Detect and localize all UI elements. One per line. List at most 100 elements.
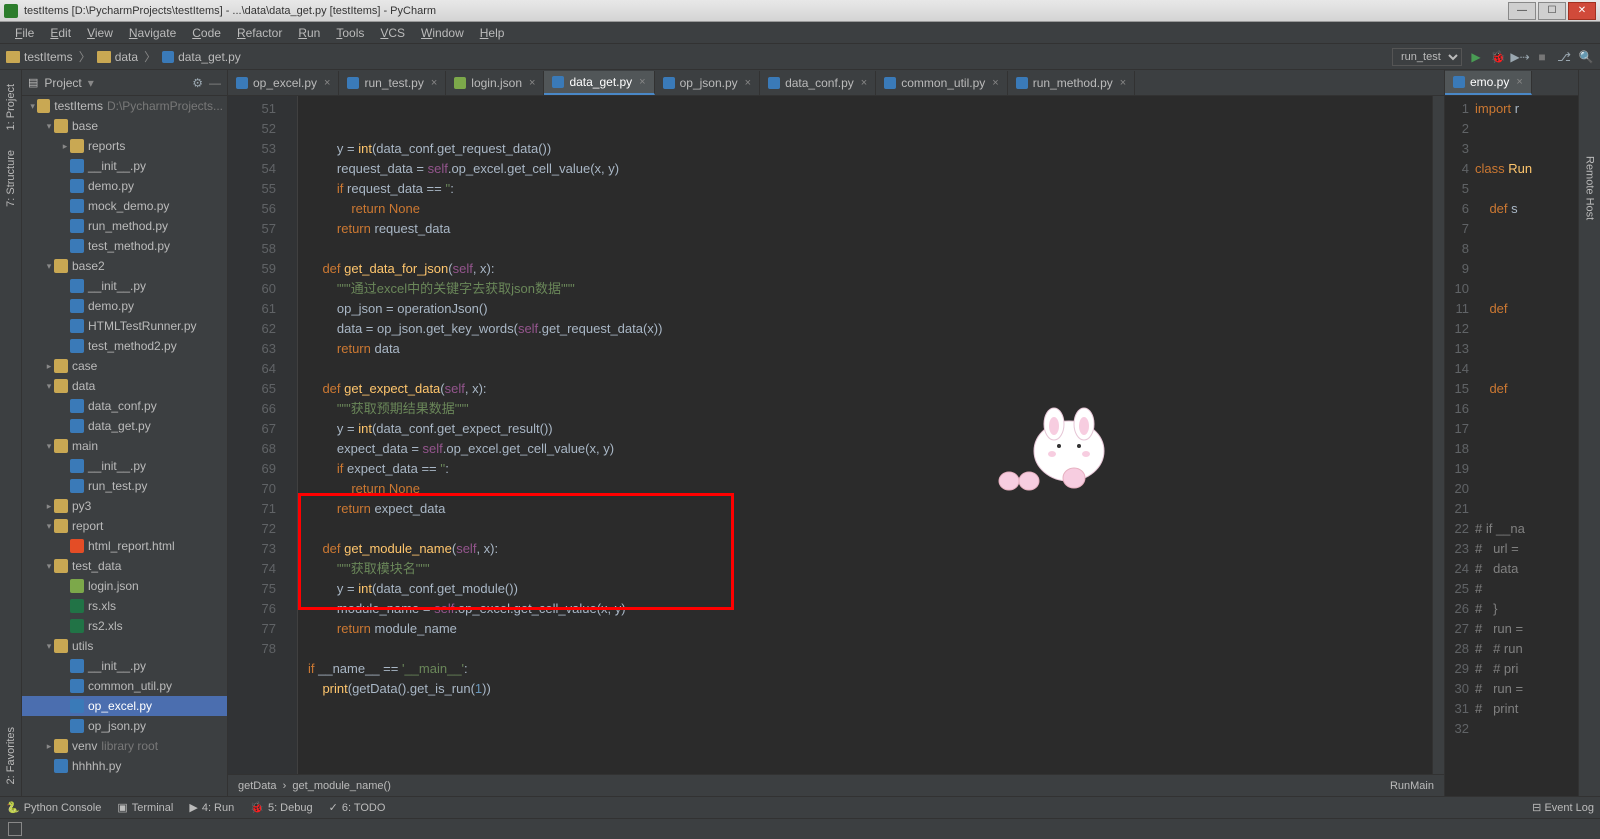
right-tab[interactable]: emo.py× [1445,71,1532,95]
project-tool-button[interactable]: 1: Project [3,78,19,136]
bottom-4--run[interactable]: ▶4: Run [189,801,234,814]
stop-icon[interactable]: ■ [1534,49,1550,65]
tree-item-op_json-py[interactable]: op_json.py [22,716,227,736]
tree-item-demo-py[interactable]: demo.py [22,296,227,316]
tree-item-__init__-py[interactable]: __init__.py [22,656,227,676]
close-tab-icon[interactable]: × [431,77,437,89]
tree-item-data_conf-py[interactable]: data_conf.py [22,396,227,416]
sidebar-collapse-icon[interactable]: — [209,76,221,90]
tab-login-json[interactable]: login.json× [446,71,544,95]
project-tree[interactable]: ▾testItemsD:\PycharmProjects...▾base▸rep… [22,96,227,796]
tree-item-op_excel-py[interactable]: op_excel.py [22,696,227,716]
tree-item-data_get-py[interactable]: data_get.py [22,416,227,436]
crumb-testItems[interactable]: testItems [24,50,73,64]
tree-item-base2[interactable]: ▾base2 [22,256,227,276]
maximize-button[interactable]: ☐ [1538,2,1566,20]
crumb-data[interactable]: data [115,50,138,64]
menu-edit[interactable]: Edit [43,24,78,42]
tree-item-common_util-py[interactable]: common_util.py [22,676,227,696]
minimize-button[interactable]: — [1508,2,1536,20]
tree-item-reports[interactable]: ▸reports [22,136,227,156]
tree-item-html_report-html[interactable]: html_report.html [22,536,227,556]
menubar: FileEditViewNavigateCodeRefactorRunTools… [0,22,1600,44]
tree-item-test_method-py[interactable]: test_method.py [22,236,227,256]
tab-data_get-py[interactable]: data_get.py× [544,71,654,95]
tab-run_test-py[interactable]: run_test.py× [339,71,446,95]
favorites-tool-button[interactable]: 2: Favorites [3,721,19,790]
menu-help[interactable]: Help [473,24,512,42]
tree-item-mock_demo-py[interactable]: mock_demo.py [22,196,227,216]
editor-scrollbar[interactable] [1432,96,1444,774]
remote-host-button[interactable]: Remote Host [1582,150,1598,226]
close-tab-icon[interactable]: × [992,77,998,89]
tree-item-rs-xls[interactable]: rs.xls [22,596,227,616]
close-tab-icon[interactable]: × [324,77,330,89]
tree-item-test_method2-py[interactable]: test_method2.py [22,336,227,356]
tree-item-testItems[interactable]: ▾testItemsD:\PycharmProjects... [22,96,227,116]
menu-run[interactable]: Run [291,24,327,42]
tree-item-data[interactable]: ▾data [22,376,227,396]
structure-tool-button[interactable]: 7: Structure [3,144,19,213]
menu-refactor[interactable]: Refactor [230,24,289,42]
menu-navigate[interactable]: Navigate [122,24,183,42]
tree-item-__init__-py[interactable]: __init__.py [22,456,227,476]
sidebar-title: Project [44,76,81,90]
menu-vcs[interactable]: VCS [373,24,412,42]
menu-code[interactable]: Code [185,24,228,42]
close-tab-icon[interactable]: × [1120,77,1126,89]
tree-item-run_test-py[interactable]: run_test.py [22,476,227,496]
close-tab-icon[interactable]: × [639,76,645,88]
close-tab-icon[interactable]: × [745,77,751,89]
status-box-icon[interactable] [8,822,22,836]
folder-icon [6,51,20,63]
tab-op_excel-py[interactable]: op_excel.py× [228,71,339,95]
tree-item-hhhhh-py[interactable]: hhhhh.py [22,756,227,776]
python-file-icon [162,51,174,63]
breadcrumb-method[interactable]: get_module_name() [292,780,390,792]
tab-op_json-py[interactable]: op_json.py× [655,71,760,95]
menu-view[interactable]: View [80,24,120,42]
code-editor[interactable]: 5152535455565758596061626364656667686970… [228,96,1444,774]
bottom-5--debug[interactable]: 🐞5: Debug [250,801,312,814]
tree-item-venv[interactable]: ▸venvlibrary root [22,736,227,756]
run-config-select[interactable]: run_test [1392,48,1462,66]
bottom-terminal[interactable]: ▣Terminal [117,801,173,814]
tree-item-demo-py[interactable]: demo.py [22,176,227,196]
tree-item-main[interactable]: ▾main [22,436,227,456]
menu-window[interactable]: Window [414,24,471,42]
tree-item-case[interactable]: ▸case [22,356,227,376]
close-tab-icon[interactable]: × [861,77,867,89]
menu-tools[interactable]: Tools [329,24,371,42]
sidebar-settings-icon[interactable]: ⚙ [192,76,203,90]
git-icon[interactable]: ⎇ [1556,49,1572,65]
app-icon [4,4,18,18]
breadcrumb-class[interactable]: getData [238,780,277,792]
close-tab-icon[interactable]: × [529,77,535,89]
tree-item-__init__-py[interactable]: __init__.py [22,156,227,176]
close-button[interactable]: ✕ [1568,2,1596,20]
right-code[interactable]: 1234567891011121314151617181920212223242… [1445,96,1578,796]
menu-file[interactable]: File [8,24,41,42]
tree-item-run_method-py[interactable]: run_method.py [22,216,227,236]
tree-item-py3[interactable]: ▸py3 [22,496,227,516]
tree-item-utils[interactable]: ▾utils [22,636,227,656]
run-icon[interactable]: ▶ [1468,49,1484,65]
debug-icon[interactable]: 🐞 [1490,49,1506,65]
tree-item-rs2-xls[interactable]: rs2.xls [22,616,227,636]
search-icon[interactable]: 🔍 [1578,49,1594,65]
tab-common_util-py[interactable]: common_util.py× [876,71,1007,95]
tab-data_conf-py[interactable]: data_conf.py× [760,71,876,95]
tree-item-test_data[interactable]: ▾test_data [22,556,227,576]
attach-icon[interactable]: ▶⇢ [1512,49,1528,65]
tree-item-HTMLTestRunner-py[interactable]: HTMLTestRunner.py [22,316,227,336]
tree-item-report[interactable]: ▾report [22,516,227,536]
tree-item-login-json[interactable]: login.json [22,576,227,596]
tab-run_method-py[interactable]: run_method.py× [1008,71,1136,95]
bottom-python-console[interactable]: 🐍Python Console [6,801,101,814]
project-sidebar: ▤ Project ▾ ⚙ — ▾testItemsD:\PycharmProj… [22,70,228,796]
tree-item-__init__-py[interactable]: __init__.py [22,276,227,296]
tree-item-base[interactable]: ▾base [22,116,227,136]
crumb-data_get.py[interactable]: data_get.py [178,50,241,64]
event-log-button[interactable]: ⊟ Event Log [1532,801,1594,814]
bottom-6--todo[interactable]: ✓6: TODO [329,801,386,814]
